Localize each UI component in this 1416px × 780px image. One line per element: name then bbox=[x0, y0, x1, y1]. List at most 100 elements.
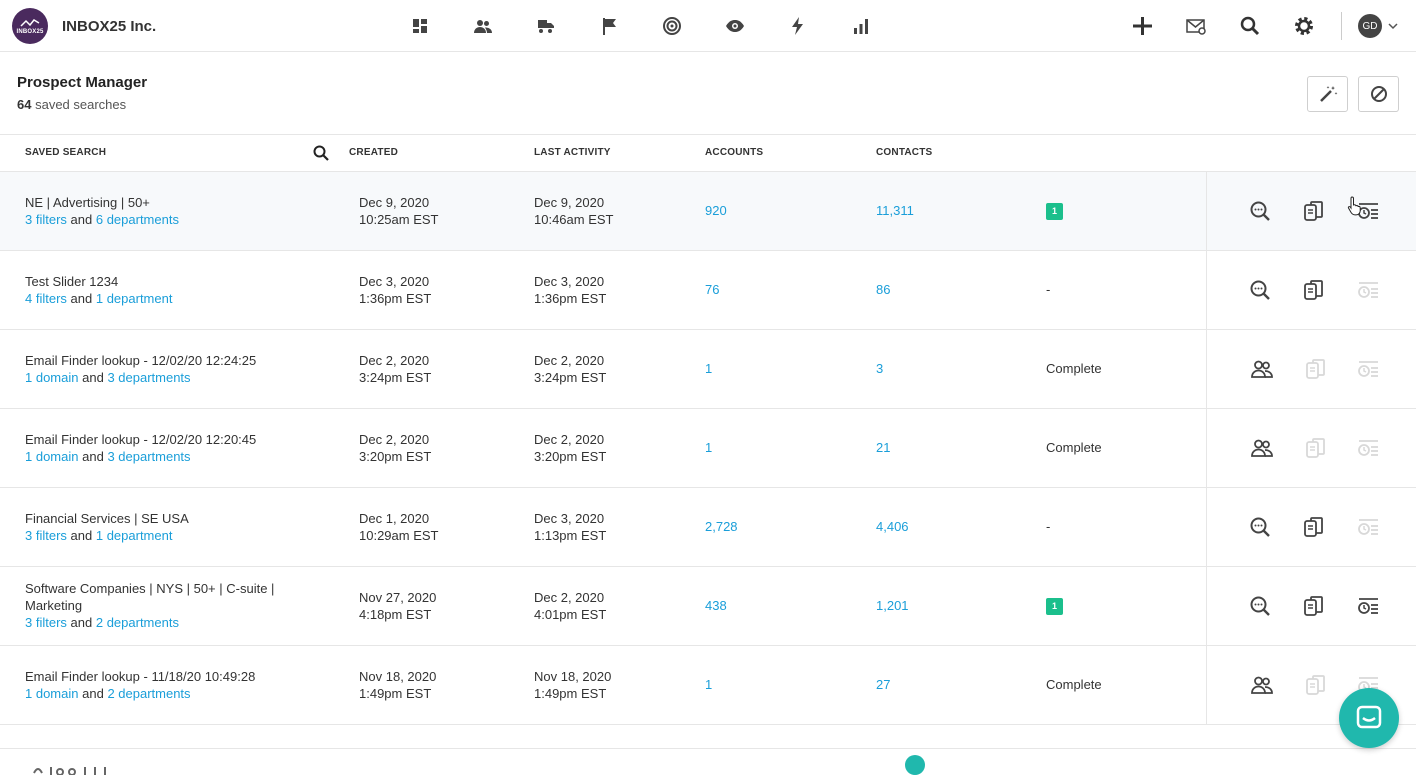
accounts-link[interactable]: 438 bbox=[705, 598, 727, 613]
saved-search-summary: 3 filters and 2 departments bbox=[25, 615, 179, 630]
saved-search-name-cell: Email Finder lookup - 11/18/20 10:49:28 … bbox=[25, 668, 300, 702]
saved-search-name[interactable]: Email Finder lookup - 12/02/20 12:24:25 bbox=[25, 352, 300, 369]
filters-link[interactable]: 3 filters bbox=[25, 528, 67, 543]
accounts-link[interactable]: 1 bbox=[705, 440, 712, 455]
accounts-link[interactable]: 1 bbox=[705, 677, 712, 692]
saved-search-name[interactable]: Financial Services | SE USA bbox=[25, 510, 300, 527]
filters-link[interactable]: 4 filters bbox=[25, 291, 67, 306]
filters-link[interactable]: 1 domain bbox=[25, 449, 78, 464]
history-button[interactable] bbox=[1355, 277, 1381, 303]
accounts-link[interactable]: 2,728 bbox=[705, 519, 738, 534]
view-contacts-button[interactable] bbox=[1249, 672, 1275, 698]
view-contacts-button[interactable] bbox=[1249, 356, 1275, 382]
departments-link[interactable]: 1 department bbox=[96, 291, 173, 306]
saved-search-name[interactable]: Email Finder lookup - 11/18/20 10:49:28 bbox=[25, 668, 300, 685]
filters-link[interactable]: 1 domain bbox=[25, 686, 78, 701]
history-button[interactable] bbox=[1355, 356, 1381, 382]
view-results-button[interactable] bbox=[1247, 514, 1273, 540]
accounts-link[interactable]: 920 bbox=[705, 203, 727, 218]
view-results-button[interactable] bbox=[1247, 277, 1273, 303]
flag-icon[interactable] bbox=[594, 14, 624, 38]
whats-new-indicator[interactable] bbox=[905, 755, 925, 775]
filters-link[interactable]: 3 filters bbox=[25, 615, 67, 630]
duplicate-button[interactable] bbox=[1303, 435, 1329, 461]
history-button[interactable] bbox=[1355, 435, 1381, 461]
table-row[interactable]: Test Slider 1234 4 filters and 1 departm… bbox=[0, 251, 1416, 330]
contacts-link[interactable]: 1,201 bbox=[876, 598, 909, 613]
table-row[interactable]: Email Finder lookup - 12/02/20 12:24:25 … bbox=[0, 330, 1416, 409]
saved-search-summary: 4 filters and 1 department bbox=[25, 291, 173, 306]
page-header: Prospect Manager 64 saved searches bbox=[0, 52, 1416, 135]
status-cell: - bbox=[1046, 519, 1050, 534]
filters-link[interactable]: 3 filters bbox=[25, 212, 67, 227]
reports-icon[interactable] bbox=[846, 14, 876, 38]
gear-icon[interactable] bbox=[1289, 11, 1319, 41]
col-last-activity[interactable]: LAST ACTIVITY bbox=[534, 147, 611, 158]
brand[interactable]: INBOX25 INBOX25 Inc. bbox=[12, 8, 156, 44]
contacts-link[interactable]: 3 bbox=[876, 361, 883, 376]
search-icon[interactable] bbox=[1235, 11, 1265, 41]
duplicate-button[interactable] bbox=[1301, 198, 1327, 224]
saved-search-name[interactable]: Test Slider 1234 bbox=[25, 273, 300, 290]
search-icon[interactable] bbox=[312, 144, 330, 162]
saved-search-name-cell: Email Finder lookup - 12/02/20 12:24:25 … bbox=[25, 352, 300, 386]
saved-search-name[interactable]: Software Companies | NYS | 50+ | C-suite… bbox=[25, 580, 300, 614]
table-row[interactable]: Email Finder lookup - 11/18/20 10:49:28 … bbox=[0, 646, 1416, 725]
contacts-link[interactable]: 4,406 bbox=[876, 519, 909, 534]
status-badge[interactable]: 1 bbox=[1046, 598, 1063, 615]
actions-divider bbox=[1206, 251, 1207, 329]
dashboard-icon[interactable] bbox=[405, 14, 435, 38]
table-row[interactable]: NE | Advertising | 50+ 3 filters and 6 d… bbox=[0, 172, 1416, 251]
saved-search-name[interactable]: Email Finder lookup - 12/02/20 12:20:45 bbox=[25, 431, 300, 448]
footer bbox=[0, 748, 1416, 776]
duplicate-button[interactable] bbox=[1303, 672, 1329, 698]
col-created[interactable]: CREATED bbox=[349, 147, 398, 158]
saved-search-name[interactable]: NE | Advertising | 50+ bbox=[25, 194, 300, 211]
magic-wand-button[interactable] bbox=[1307, 76, 1348, 112]
status-badge[interactable]: 1 bbox=[1046, 203, 1063, 220]
user-avatar[interactable]: GD bbox=[1358, 14, 1382, 38]
contacts-link[interactable]: 27 bbox=[876, 677, 890, 692]
view-results-button[interactable] bbox=[1247, 198, 1273, 224]
accounts-link[interactable]: 1 bbox=[705, 361, 712, 376]
col-contacts[interactable]: CONTACTS bbox=[876, 147, 932, 158]
actions-divider bbox=[1206, 172, 1207, 250]
bolt-icon[interactable] bbox=[783, 14, 813, 38]
departments-link[interactable]: 2 departments bbox=[96, 615, 179, 630]
duplicate-button[interactable] bbox=[1301, 277, 1327, 303]
status-cell: 1 bbox=[1046, 597, 1063, 615]
accounts-link[interactable]: 76 bbox=[705, 282, 719, 297]
history-button[interactable] bbox=[1355, 593, 1381, 619]
departments-link[interactable]: 3 departments bbox=[107, 370, 190, 385]
view-results-button[interactable] bbox=[1247, 593, 1273, 619]
col-accounts[interactable]: ACCOUNTS bbox=[705, 147, 763, 158]
contacts-link[interactable]: 11,311 bbox=[876, 203, 914, 218]
duplicate-button[interactable] bbox=[1301, 514, 1327, 540]
departments-link[interactable]: 3 departments bbox=[107, 449, 190, 464]
mail-search-icon[interactable] bbox=[1181, 11, 1211, 41]
table-row[interactable]: Email Finder lookup - 12/02/20 12:20:45 … bbox=[0, 409, 1416, 488]
add-icon[interactable] bbox=[1127, 11, 1157, 41]
duplicate-button[interactable] bbox=[1301, 593, 1327, 619]
created-cell: Dec 1, 2020 10:29am EST bbox=[359, 511, 439, 543]
chat-launcher-button[interactable] bbox=[1339, 688, 1399, 748]
campaigns-icon[interactable] bbox=[531, 14, 561, 38]
created-cell: Dec 2, 2020 3:24pm EST bbox=[359, 353, 432, 385]
contacts-link[interactable]: 86 bbox=[876, 282, 890, 297]
departments-link[interactable]: 6 departments bbox=[96, 212, 179, 227]
contacts-icon[interactable] bbox=[468, 14, 498, 38]
contacts-link[interactable]: 21 bbox=[876, 440, 890, 455]
view-contacts-button[interactable] bbox=[1249, 435, 1275, 461]
eye-icon[interactable] bbox=[720, 14, 750, 38]
history-button[interactable] bbox=[1355, 514, 1381, 540]
table-row[interactable]: Financial Services | SE USA 3 filters an… bbox=[0, 488, 1416, 567]
filters-link[interactable]: 1 domain bbox=[25, 370, 78, 385]
departments-link[interactable]: 2 departments bbox=[107, 686, 190, 701]
cancel-button[interactable] bbox=[1358, 76, 1399, 112]
duplicate-button[interactable] bbox=[1303, 356, 1329, 382]
col-saved-search[interactable]: SAVED SEARCH bbox=[25, 147, 106, 158]
departments-link[interactable]: 1 department bbox=[96, 528, 173, 543]
chevron-down-icon[interactable] bbox=[1388, 21, 1398, 31]
table-row[interactable]: Software Companies | NYS | 50+ | C-suite… bbox=[0, 567, 1416, 646]
target-icon[interactable] bbox=[657, 14, 687, 38]
